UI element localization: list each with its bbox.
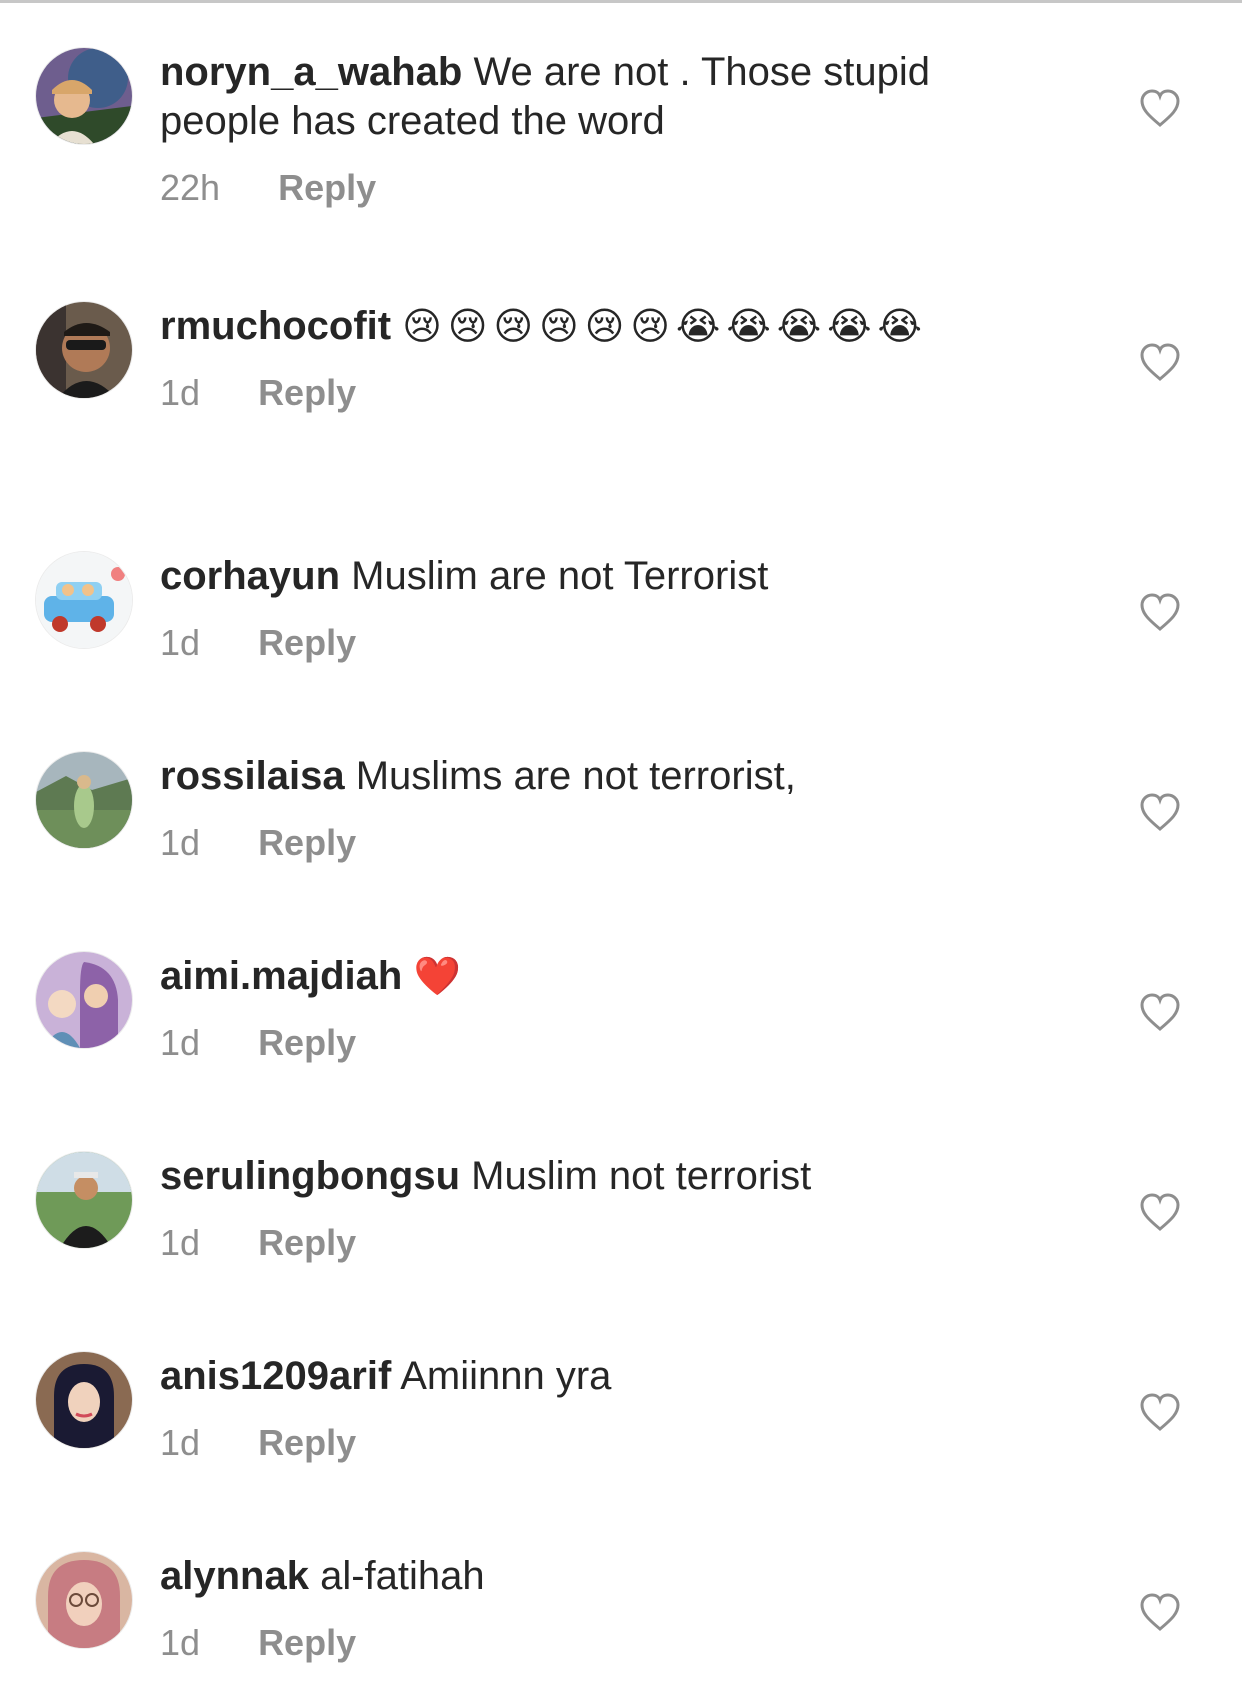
username[interactable]: aimi.majdiah xyxy=(160,954,402,998)
heart-icon[interactable] xyxy=(1138,1392,1182,1432)
comment-text: Muslim are not Terrorist xyxy=(351,554,769,598)
comment-text-line: rossilaisa Muslims are not terrorist, xyxy=(160,752,1020,801)
heart-icon[interactable] xyxy=(1138,992,1182,1032)
comment-body: anis1209arif Amiinnn yra 1d Reply xyxy=(160,1352,1020,1465)
timestamp: 22h xyxy=(160,167,221,208)
heart-icon[interactable] xyxy=(1138,342,1182,382)
username[interactable]: rmuchocofit xyxy=(160,304,391,348)
avatar[interactable] xyxy=(36,1552,132,1648)
comment-text-line: noryn_a_wahab We are not . Those stupid … xyxy=(160,48,1020,146)
timestamp: 1d xyxy=(160,1022,201,1063)
comment-text-line: rmuchocofit 😢😢😢😢😢😢😭😭😭😭😭 xyxy=(160,302,1020,351)
avatar[interactable] xyxy=(36,752,132,848)
comment-meta: 1d Reply xyxy=(160,1221,1020,1265)
comment-body: aimi.majdiah ❤️ 1d Reply xyxy=(160,952,1020,1065)
comment-text-line: anis1209arif Amiinnn yra xyxy=(160,1352,1020,1401)
comment-text-line: corhayun Muslim are not Terrorist xyxy=(160,552,1020,601)
reply-button[interactable]: Reply xyxy=(258,1621,356,1665)
comment-meta: 1d Reply xyxy=(160,821,1020,865)
comment-meta: 1d Reply xyxy=(160,1421,1020,1465)
reply-button[interactable]: Reply xyxy=(258,1421,356,1465)
timestamp: 1d xyxy=(160,1622,201,1663)
timestamp: 1d xyxy=(160,822,201,863)
avatar[interactable] xyxy=(36,1152,132,1248)
top-divider xyxy=(0,0,1242,3)
comment-body: serulingbongsu Muslim not terrorist 1d R… xyxy=(160,1152,1020,1265)
avatar[interactable] xyxy=(36,48,132,144)
username[interactable]: serulingbongsu xyxy=(160,1154,460,1198)
comment-meta: 1d Reply xyxy=(160,621,1020,665)
reply-button[interactable]: Reply xyxy=(258,1221,356,1265)
heart-icon[interactable] xyxy=(1138,1592,1182,1632)
avatar[interactable] xyxy=(36,552,132,648)
timestamp: 1d xyxy=(160,372,201,413)
comment-text-line: serulingbongsu Muslim not terrorist xyxy=(160,1152,1020,1201)
comment-emojis: ❤️ xyxy=(413,954,467,998)
comment-text: Muslims are not terrorist, xyxy=(355,754,796,798)
reply-button[interactable]: Reply xyxy=(258,821,356,865)
timestamp: 1d xyxy=(160,1422,201,1463)
comment-meta: 1d Reply xyxy=(160,371,1020,415)
avatar[interactable] xyxy=(36,952,132,1048)
comment-body: noryn_a_wahab We are not . Those stupid … xyxy=(160,48,1020,210)
reply-button[interactable]: Reply xyxy=(258,371,356,415)
comment-body: alynnak al-fatihah 1d Reply xyxy=(160,1552,1020,1665)
username[interactable]: rossilaisa xyxy=(160,754,345,798)
username[interactable]: noryn_a_wahab xyxy=(160,50,462,94)
comment-text: al-fatihah xyxy=(320,1554,485,1598)
username[interactable]: anis1209arif xyxy=(160,1354,391,1398)
comment-text: Amiinnn yra xyxy=(400,1354,612,1398)
comment-body: rmuchocofit 😢😢😢😢😢😢😭😭😭😭😭 1d Reply xyxy=(160,302,1020,415)
avatar[interactable] xyxy=(36,302,132,398)
comment-body: corhayun Muslim are not Terrorist 1d Rep… xyxy=(160,552,1020,665)
reply-button[interactable]: Reply xyxy=(278,166,376,210)
heart-icon[interactable] xyxy=(1138,792,1182,832)
heart-icon[interactable] xyxy=(1138,1192,1182,1232)
comment-meta: 1d Reply xyxy=(160,1021,1020,1065)
heart-icon[interactable] xyxy=(1138,592,1182,632)
timestamp: 1d xyxy=(160,1222,201,1263)
comment-meta: 1d Reply xyxy=(160,1621,1020,1665)
comment-body: rossilaisa Muslims are not terrorist, 1d… xyxy=(160,752,1020,865)
reply-button[interactable]: Reply xyxy=(258,1021,356,1065)
reply-button[interactable]: Reply xyxy=(258,621,356,665)
comment-meta: 22h Reply xyxy=(160,166,1020,210)
comment-emojis: 😢😢😢😢😢😢😭😭😭😭😭 xyxy=(402,304,928,348)
heart-icon[interactable] xyxy=(1138,88,1182,128)
username[interactable]: alynnak xyxy=(160,1554,309,1598)
comment-text-line: alynnak al-fatihah xyxy=(160,1552,1020,1601)
avatar[interactable] xyxy=(36,1352,132,1448)
comment-text-line: aimi.majdiah ❤️ xyxy=(160,952,1020,1001)
comment-text: Muslim not terrorist xyxy=(471,1154,812,1198)
timestamp: 1d xyxy=(160,622,201,663)
username[interactable]: corhayun xyxy=(160,554,340,598)
